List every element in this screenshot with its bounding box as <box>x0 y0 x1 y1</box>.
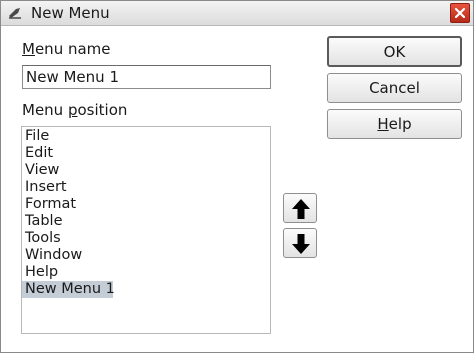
list-item-new-menu-1[interactable]: New Menu 1 <box>22 281 115 298</box>
ok-button[interactable]: OK <box>327 36 462 67</box>
close-button[interactable] <box>450 3 470 23</box>
list-item-window[interactable]: Window <box>22 247 270 264</box>
list-item-edit[interactable]: Edit <box>22 145 270 162</box>
list-item-format[interactable]: Format <box>22 196 270 213</box>
title-bar[interactable]: New Menu <box>1 1 473 26</box>
menu-position-label: Menu position <box>22 101 127 119</box>
move-down-button[interactable] <box>283 228 317 258</box>
arrow-down-icon <box>292 234 310 254</box>
menu-name-label: Menu name <box>22 40 111 58</box>
list-item-view[interactable]: View <box>22 162 270 179</box>
menu-name-input[interactable] <box>22 65 271 89</box>
window-title: New Menu <box>31 4 110 22</box>
menu-position-list[interactable]: File Edit View Insert Format Table Tools… <box>21 126 271 334</box>
menu-name-label-rest: enu name <box>34 40 111 58</box>
list-item-insert[interactable]: Insert <box>22 179 270 196</box>
help-button-rest: elp <box>388 115 412 133</box>
list-item-tools[interactable]: Tools <box>22 230 270 247</box>
list-item-file[interactable]: File <box>22 128 270 145</box>
list-item-table[interactable]: Table <box>22 213 270 230</box>
list-item-help[interactable]: Help <box>22 264 270 281</box>
menu-name-label-mnemonic: M <box>22 40 35 58</box>
menu-position-label-before: Menu <box>22 101 68 119</box>
app-icon <box>7 5 23 21</box>
menu-position-label-after: osition <box>77 101 128 119</box>
help-button[interactable]: Help <box>327 109 462 139</box>
close-icon <box>454 7 466 19</box>
cancel-button[interactable]: Cancel <box>327 73 462 103</box>
new-menu-dialog: New Menu Menu name Menu position File Ed… <box>0 0 474 353</box>
help-button-mnemonic: H <box>377 115 389 133</box>
move-up-button[interactable] <box>283 193 317 223</box>
arrow-up-icon <box>292 199 310 219</box>
